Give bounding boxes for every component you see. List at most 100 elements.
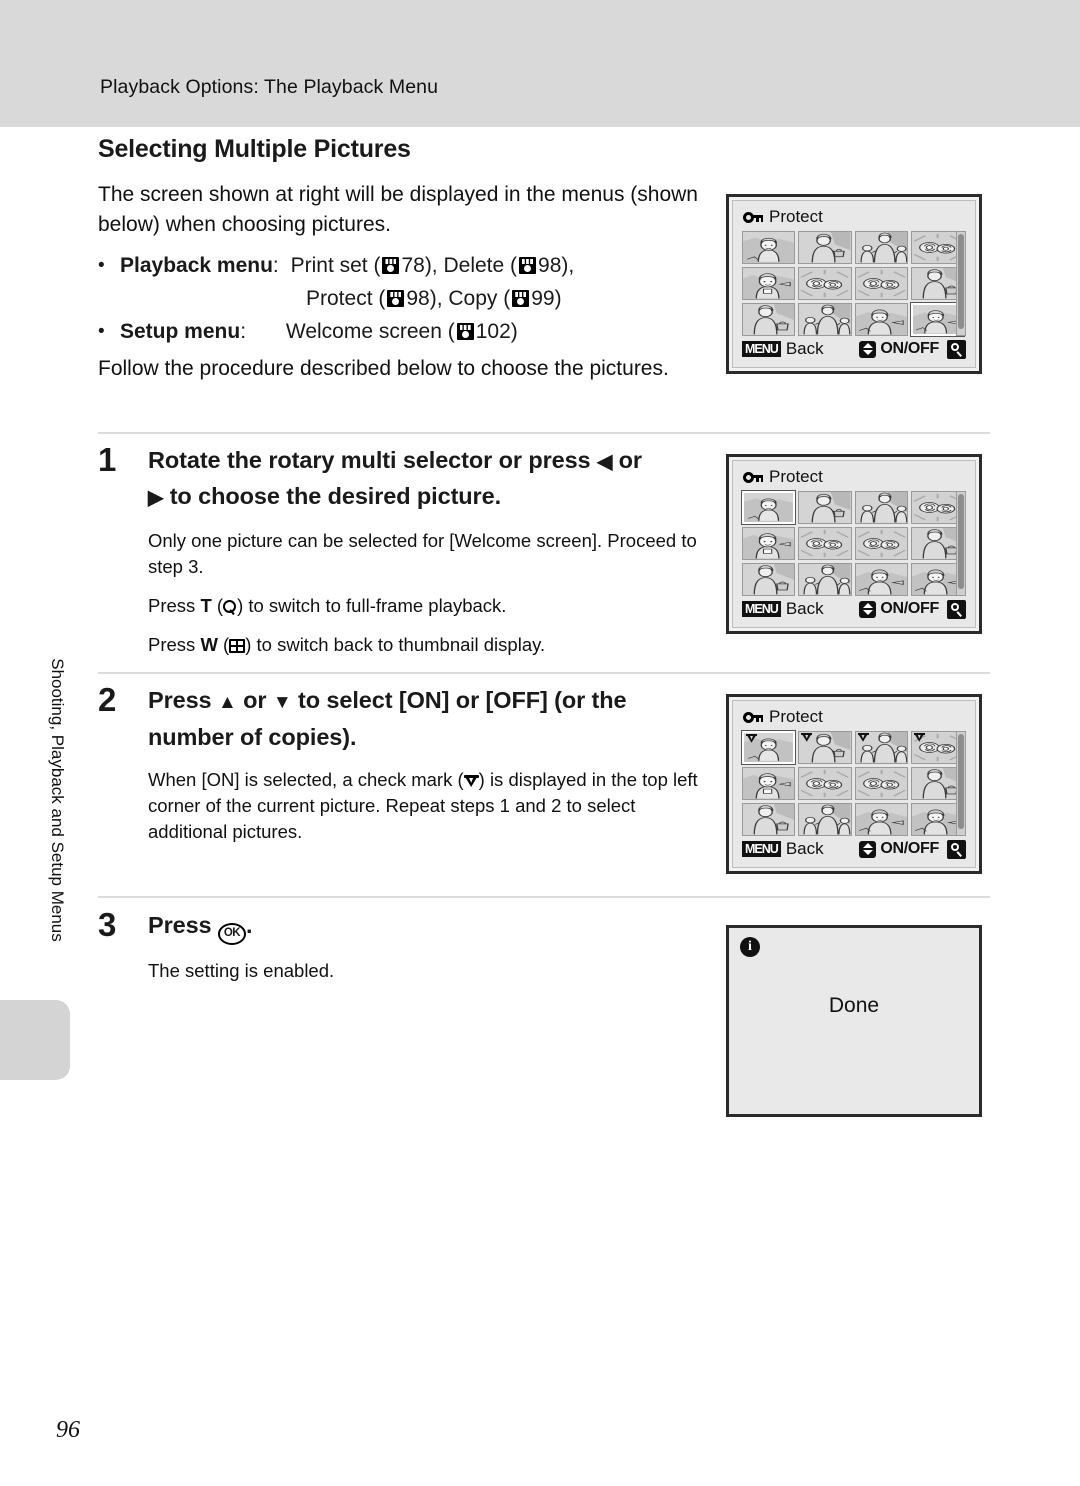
bullet-value-d: Protect ( [306, 287, 386, 310]
thumbnail-cell[interactable] [740, 490, 797, 525]
intro-paragraph: The screen shown at right will be displa… [98, 183, 698, 236]
magnifier-icon[interactable] [947, 339, 966, 359]
thumbnail-cell[interactable] [854, 563, 908, 596]
step-1-title-c: to choose the desired picture. [163, 483, 502, 509]
thumbnail-cell[interactable] [798, 563, 852, 596]
vertical-scrollbar[interactable] [956, 231, 966, 336]
thumbnail-cell[interactable] [798, 731, 852, 764]
onoff-label: ON/OFF [880, 340, 939, 357]
menu-bullet-list: • Playback menu: Print set (78), Delete … [98, 249, 698, 348]
up-arrow-icon: ▲ [217, 692, 237, 713]
outro-paragraph: Follow the procedure described below to … [98, 357, 669, 380]
menu-button-badge[interactable]: MENU [742, 601, 781, 617]
bullet-ref-1: 78 [401, 254, 425, 277]
magnifier-icon[interactable] [947, 599, 966, 619]
protect-screen-step1: Protect MENU Back ON/OFF [726, 454, 982, 634]
thumbnail-cell[interactable] [742, 803, 796, 836]
thumbnail-cell[interactable] [798, 267, 852, 300]
bullet-dot-icon: • [98, 255, 105, 276]
thumbnail-cell[interactable] [854, 803, 908, 836]
bullet-colon: : [272, 254, 279, 277]
status-right-group: ON/OFF [859, 339, 966, 359]
thumbnail-grid[interactable] [740, 490, 964, 596]
section-divider-2 [98, 672, 990, 674]
thumbnail-cell[interactable] [742, 267, 796, 300]
bullet-value-c: ), [561, 254, 575, 277]
step-1-p2-a: Press [148, 595, 201, 616]
scrollbar-thumb[interactable] [958, 494, 964, 589]
menu-button-badge[interactable]: MENU [742, 341, 781, 357]
screen-title-text: Protect [769, 707, 823, 726]
thumbnail-cell[interactable] [798, 231, 852, 264]
vertical-scrollbar[interactable] [956, 491, 966, 596]
thumbnail-cell[interactable] [854, 267, 908, 300]
thumbnail-cell[interactable] [742, 303, 796, 336]
thumbnail-cell[interactable] [742, 767, 796, 800]
step-1-p2-b: ( [211, 595, 224, 616]
thumbnail-cell[interactable] [740, 730, 797, 765]
bullet-value-b: ), Delete ( [424, 254, 518, 277]
onoff-label: ON/OFF [880, 840, 939, 857]
screen-title-row: Protect [743, 707, 823, 727]
check-mark-icon [801, 733, 813, 742]
page-number: 96 [56, 1417, 80, 1443]
screen-inner-panel: Protect MENU Back ON/OFF [732, 200, 976, 368]
check-mark-icon [463, 775, 479, 788]
page-reference-icon [382, 257, 400, 274]
step-2-title: Press ▲ or ▼ to select [ON] or [OFF] (or… [148, 683, 698, 754]
thumbnail-cell[interactable] [742, 563, 796, 596]
step-3-p1: The setting is enabled. [148, 960, 335, 981]
status-right-group: ON/OFF [859, 839, 966, 859]
step-3-body: The setting is enabled. [148, 958, 698, 984]
step-1-title: Rotate the rotary multi selector or pres… [148, 443, 642, 515]
scrollbar-thumb[interactable] [958, 734, 964, 829]
page-reference-icon [387, 290, 405, 307]
vertical-scrollbar[interactable] [956, 731, 966, 836]
thumbnail-grid[interactable] [740, 730, 964, 836]
thumbnail-cell[interactable] [798, 803, 852, 836]
thumbnail-cell[interactable] [798, 303, 852, 336]
bullet-setup-menu: • Setup menu: Welcome screen (102) [98, 315, 698, 348]
menu-button-badge[interactable]: MENU [742, 841, 781, 857]
magnifier-icon[interactable] [947, 839, 966, 859]
step-1-p2: Press T () to switch to full-frame playb… [148, 593, 698, 619]
step-2: 2 Press ▲ or ▼ to select [ON] or [OFF] (… [98, 683, 698, 845]
screen-title-text: Protect [769, 467, 823, 486]
thumbnail-grid[interactable] [742, 231, 966, 337]
bullet-dot-icon: • [98, 321, 105, 342]
check-mark-icon [857, 733, 869, 742]
step-2-title-a: Press [148, 687, 218, 713]
thumbnail-cell[interactable] [854, 527, 908, 560]
bullet-label-setup: Setup menu [120, 320, 241, 343]
bullet-ref-2: 98 [538, 254, 562, 277]
thumbnail-cell[interactable] [854, 767, 908, 800]
screen-title-row: Protect [743, 207, 823, 227]
key-lock-icon [743, 211, 764, 224]
thumbnail-cell[interactable] [854, 303, 908, 336]
step-3-title: Press OK. [148, 908, 253, 945]
scrollbar-thumb[interactable] [958, 234, 964, 329]
right-arrow-icon: ▶ [148, 487, 164, 509]
thumbnail-cell[interactable] [798, 527, 852, 560]
onoff-label: ON/OFF [880, 600, 939, 617]
thumbnail-cell[interactable] [854, 731, 908, 764]
screen-title-row: Protect [743, 467, 823, 487]
up-down-arrow-icon [859, 340, 877, 358]
step-3-title-a: Press [148, 912, 218, 938]
step-1-body: Only one picture can be selected for [We… [148, 528, 698, 658]
thumbnail-cell[interactable] [742, 527, 796, 560]
thumbnail-cell[interactable] [854, 231, 908, 264]
back-label: Back [785, 839, 824, 858]
step-1-title-a: Rotate the rotary multi selector or pres… [148, 447, 597, 473]
step-1-p3-a: Press [148, 634, 201, 655]
thumbnail-cell[interactable] [798, 491, 852, 524]
bullet-ref-setup: 102 [475, 320, 511, 343]
step-2-body: When [ON] is selected, a check mark () i… [148, 767, 698, 845]
step-1-p1: Only one picture can be selected for [We… [148, 530, 697, 577]
thumbnail-cell[interactable] [742, 231, 796, 264]
thumbnail-cell[interactable] [854, 491, 908, 524]
done-label: Done [828, 994, 880, 1017]
bullet-value-setup-a: Welcome screen ( [285, 320, 455, 343]
screen-title-text: Protect [769, 207, 823, 226]
thumbnail-cell[interactable] [798, 767, 852, 800]
